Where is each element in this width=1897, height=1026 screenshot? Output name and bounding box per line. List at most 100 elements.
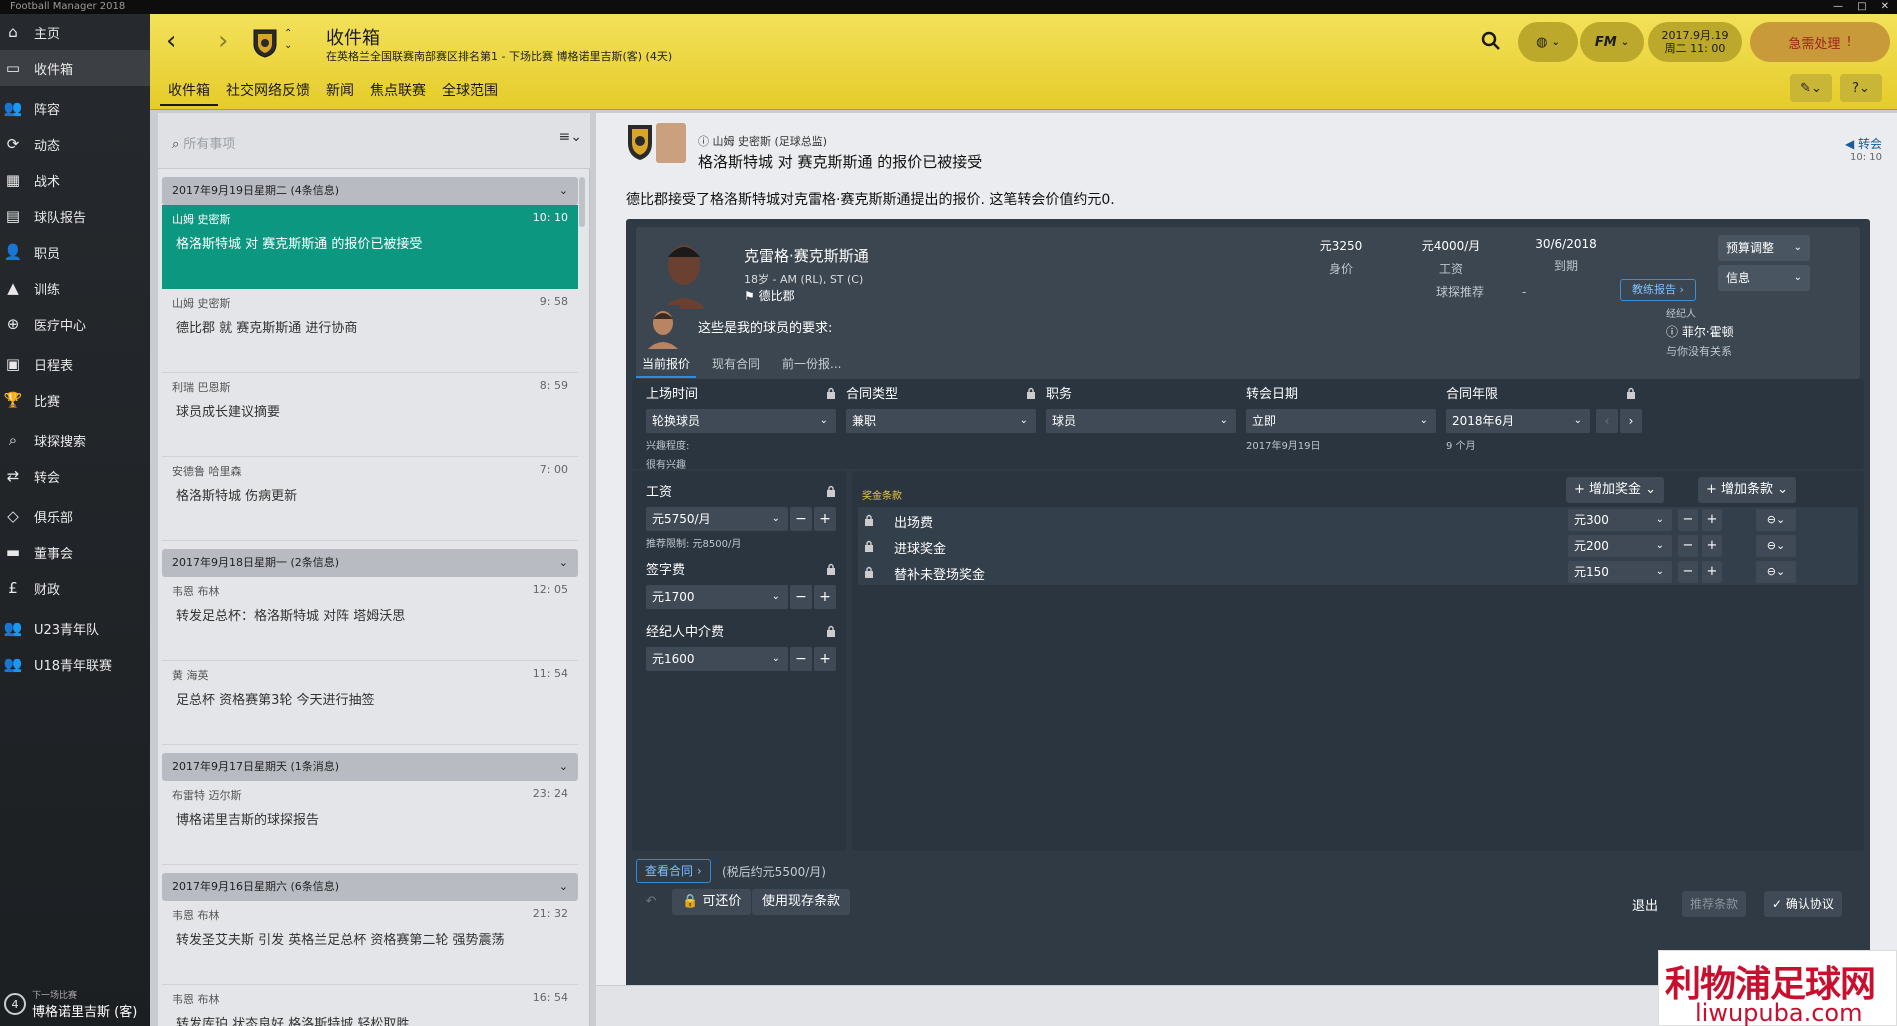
list-menu-icon[interactable]: ≡⌄: [559, 129, 582, 145]
lock-icon[interactable]: [826, 485, 836, 497]
lock-icon[interactable]: [1626, 387, 1636, 399]
list-item[interactable]: 黄 海英 11: 54 足总杯 资格赛第3轮 今天进行抽签: [162, 661, 578, 745]
agent-avatar[interactable]: [646, 305, 680, 349]
decrease-button[interactable]: −: [790, 585, 812, 609]
maximize-icon[interactable]: □: [1857, 0, 1866, 14]
next-match[interactable]: 4 下一场比赛 博格诺里吉斯 (客): [0, 982, 150, 1026]
sidebar-item-calendar[interactable]: ▣ 日程表: [0, 346, 150, 382]
lock-icon[interactable]: [1026, 387, 1036, 399]
increase-button[interactable]: +: [1702, 509, 1722, 531]
forward-icon[interactable]: ›: [218, 28, 228, 54]
increase-button[interactable]: +: [814, 507, 836, 531]
negotiable-button[interactable]: 🔒 可还价: [672, 889, 752, 915]
tab-existing-contract[interactable]: 现有合同: [706, 351, 766, 378]
message-category[interactable]: ◀ 转会 10: 10: [1845, 135, 1882, 163]
tab-previous-offer[interactable]: 前一份报...: [776, 351, 847, 378]
inbox-search-bar[interactable]: ⌕ 所有事项 ≡⌄: [158, 113, 590, 169]
increase-button[interactable]: +: [814, 647, 836, 671]
remove-clause-button[interactable]: ⊖⌄: [1756, 561, 1796, 583]
minimize-icon[interactable]: —: [1833, 0, 1843, 14]
sidebar-item-scouting[interactable]: ⌕ 球探搜索: [0, 422, 150, 458]
sidebar-item-u23[interactable]: 👥 U23青年队: [0, 610, 150, 646]
propose-terms-button[interactable]: 推荐条款: [1682, 891, 1747, 917]
edit-menu-button[interactable]: ✎⌄: [1790, 74, 1832, 102]
chevron-left-icon[interactable]: ‹: [1596, 409, 1618, 433]
tab-focus-league[interactable]: 焦点联赛: [362, 76, 434, 106]
sidebar-item-team-report[interactable]: ▤ 球队报告: [0, 198, 150, 234]
info-button[interactable]: 信息 ⌄: [1718, 265, 1810, 291]
lock-icon[interactable]: [826, 563, 836, 575]
sidebar-item-training[interactable]: ▲ 训练: [0, 270, 150, 306]
remove-clause-button[interactable]: ⊖⌄: [1756, 509, 1796, 531]
signing-fee-select[interactable]: 元1700 ⌄: [646, 585, 788, 609]
lock-icon[interactable]: [826, 625, 836, 637]
sidebar-item-transfers[interactable]: ⇄ 转会: [0, 458, 150, 494]
view-contract-button[interactable]: 查看合同 ›: [636, 859, 711, 883]
list-item[interactable]: 韦恩 布林 21: 32 转发圣艾夫斯 引发 英格兰足总杯 资格赛第二轮 强势震荡: [162, 901, 578, 985]
sidebar-item-board[interactable]: ▬ 董事会: [0, 534, 150, 570]
sidebar-item-home[interactable]: ⌂ 主页: [0, 14, 150, 50]
list-item[interactable]: 韦恩 布林 16: 54 转发库珀 状态良好 格洛斯特城 轻松取胜: [162, 985, 578, 1026]
list-item[interactable]: 山姆 史密斯 9: 58 德比郡 就 赛克斯斯通 进行协商: [162, 289, 578, 373]
agent-fee-select[interactable]: 元1600 ⌄: [646, 647, 788, 671]
coach-report-button[interactable]: 教练报告 ›: [1620, 279, 1696, 301]
club-switch-icon[interactable]: ⌃ ⌄: [284, 28, 292, 52]
list-item[interactable]: 韦恩 布林 12: 05 转发足总杯：格洛斯特城 对阵 塔姆沃思: [162, 577, 578, 661]
use-existing-terms-button[interactable]: 使用现存条款: [752, 889, 851, 915]
add-bonus-button[interactable]: + 增加奖金 ⌄: [1566, 477, 1665, 503]
tab-inbox[interactable]: 收件箱: [160, 76, 218, 106]
tab-social-feedback[interactable]: 社交网络反馈: [218, 76, 318, 106]
player-name[interactable]: 克雷格·赛克斯斯通: [744, 245, 869, 266]
lock-icon[interactable]: [826, 387, 836, 399]
sidebar-item-inbox[interactable]: ▭ 收件箱: [0, 50, 150, 86]
day-group-header[interactable]: 2017年9月17日星期天 (1条消息) ⌄: [162, 753, 578, 781]
decrease-button[interactable]: −: [790, 647, 812, 671]
sidebar-item-club[interactable]: ◇ 俱乐部: [0, 498, 150, 534]
day-group-header[interactable]: 2017年9月16日星期六 (6条信息) ⌄: [162, 873, 578, 901]
role-select[interactable]: 球员 ⌄: [1046, 409, 1236, 433]
day-group-header[interactable]: 2017年9月18日星期一 (2条信息) ⌄: [162, 549, 578, 577]
sidebar-item-tactics[interactable]: ▦ 战术: [0, 162, 150, 198]
wage-select[interactable]: 元5750/月 ⌄: [646, 507, 788, 531]
confirm-agreement-button[interactable]: ✓ 确认协议: [1764, 891, 1842, 917]
back-icon[interactable]: ‹: [166, 28, 176, 54]
lock-icon[interactable]: [864, 514, 874, 526]
add-clause-button[interactable]: + 增加条款 ⌄: [1698, 477, 1797, 503]
list-item[interactable]: 安德鲁 哈里森 7: 00 格洛斯特城 伤病更新: [162, 457, 578, 541]
contract-type-select[interactable]: 兼职 ⌄: [846, 409, 1036, 433]
playing-time-select[interactable]: 轮换球员 ⌄: [646, 409, 836, 433]
list-item[interactable]: 利瑞 巴恩斯 8: 59 球员成长建议摘要: [162, 373, 578, 457]
player-avatar[interactable]: [656, 235, 712, 309]
close-icon[interactable]: ✕: [1881, 0, 1889, 14]
sender-avatar[interactable]: [656, 123, 686, 163]
contract-length-select[interactable]: 2018年6月 ⌄: [1446, 409, 1590, 433]
undo-icon[interactable]: ↶: [636, 889, 666, 915]
globe-menu-button[interactable]: ◍ ⌄: [1518, 22, 1578, 62]
sidebar-item-squad[interactable]: 👥 阵容: [0, 90, 150, 126]
sidebar-item-medical[interactable]: ⊕ 医疗中心: [0, 306, 150, 342]
sidebar-item-staff[interactable]: 👤 职员: [0, 234, 150, 270]
agent-info[interactable]: 经纪人 ⓘ 菲尔·霍顿 与你没有关系: [1666, 305, 1734, 359]
decrease-button[interactable]: −: [1678, 535, 1698, 557]
club-badge-icon[interactable]: [252, 28, 278, 58]
message-sender[interactable]: ⓘ 山姆 史密斯 (足球总监): [698, 133, 827, 149]
bonus-amount-select[interactable]: 元200 ⌄: [1568, 535, 1672, 557]
help-button[interactable]: ?⌄: [1840, 74, 1882, 102]
date-display[interactable]: 2017.9月.19 周二 11: 00: [1648, 22, 1742, 62]
decrease-button[interactable]: −: [1678, 509, 1698, 531]
exit-button[interactable]: 退出: [1632, 895, 1658, 914]
sidebar-item-u18[interactable]: 👥 U18青年联赛: [0, 646, 150, 682]
tab-news[interactable]: 新闻: [318, 76, 362, 106]
lock-icon[interactable]: [864, 566, 874, 578]
urgent-button[interactable]: 急需处理!: [1750, 22, 1890, 62]
increase-button[interactable]: +: [814, 585, 836, 609]
lock-icon[interactable]: [864, 540, 874, 552]
increase-button[interactable]: +: [1702, 561, 1722, 583]
fm-menu-button[interactable]: FM ⌄: [1580, 22, 1644, 62]
tab-global[interactable]: 全球范围: [434, 76, 506, 106]
list-item[interactable]: 山姆 史密斯 10: 10 格洛斯特城 对 赛克斯斯通 的报价已被接受: [162, 205, 578, 289]
budget-adjust-button[interactable]: 预算调整 ⌄: [1718, 235, 1810, 261]
sidebar-item-dynamics[interactable]: ⟳ 动态: [0, 126, 150, 162]
decrease-button[interactable]: −: [790, 507, 812, 531]
list-item[interactable]: 布雷特 迈尔斯 23: 24 博格诺里吉斯的球探报告: [162, 781, 578, 865]
